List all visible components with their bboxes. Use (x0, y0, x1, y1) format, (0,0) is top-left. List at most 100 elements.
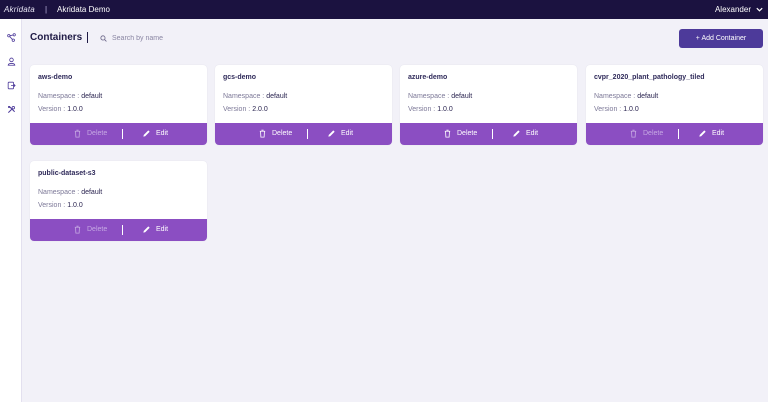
sidebar-item-tools[interactable] (3, 101, 19, 117)
delete-label: Delete (643, 130, 664, 137)
trash-icon (630, 129, 637, 138)
container-card[interactable]: aws-demo Namespace : default Version : 1.0… (30, 65, 207, 145)
page-title: Containers (30, 32, 83, 43)
akridata-logo[interactable]: Akridata (4, 5, 35, 14)
app-name: Akridata Demo (57, 5, 110, 14)
add-container-button[interactable]: + Add Container (679, 29, 763, 48)
chevron-down-icon (756, 7, 763, 12)
edit-button[interactable]: Edit (512, 129, 538, 138)
namespace-row: Namespace : default (408, 93, 472, 100)
version-value: 2.0.0 (252, 106, 268, 113)
namespace-label: Namespace : (38, 93, 80, 100)
sidebar-item-containers[interactable] (3, 77, 19, 93)
container-card[interactable]: azure-demo Namespace : default Version : 1… (400, 65, 577, 145)
edit-button[interactable]: Edit (698, 129, 724, 138)
sidebar (0, 19, 22, 402)
version-row: Version : 1.0.0 (408, 106, 453, 113)
container-name[interactable]: azure-demo (408, 74, 447, 81)
namespace-label: Namespace : (408, 93, 450, 100)
card-actions: Delete Edit (400, 123, 577, 145)
action-divider (492, 129, 493, 139)
edit-label: Edit (526, 130, 539, 137)
search-input[interactable] (112, 34, 212, 42)
delete-button[interactable]: Delete (629, 129, 663, 138)
container-card[interactable]: public-dataset-s3 Namespace : default Vers… (30, 161, 207, 241)
card-actions: Delete Edit (30, 123, 207, 145)
version-value: 1.0.0 (67, 202, 83, 209)
namespace-row: Namespace : default (38, 93, 102, 100)
namespace-value: default (637, 93, 659, 100)
pencil-icon (699, 130, 706, 137)
namespace-label: Namespace : (38, 189, 80, 196)
delete-button[interactable]: Delete (73, 129, 107, 138)
tools-icon (7, 105, 15, 113)
user-name: Alexander (714, 5, 751, 14)
search-icon (100, 34, 107, 42)
namespace-label: Namespace : (223, 93, 265, 100)
version-value: 1.0.0 (67, 106, 83, 113)
delete-button[interactable]: Delete (443, 129, 477, 138)
search-box[interactable] (100, 31, 220, 45)
title-divider (87, 32, 88, 43)
edit-label: Edit (156, 130, 169, 137)
container-card[interactable]: gcs-demo Namespace : default Version : 2.0… (215, 65, 392, 145)
delete-label: Delete (87, 226, 108, 233)
version-label: Version : (38, 106, 66, 113)
document-export-icon (7, 81, 16, 89)
share-nodes-icon (6, 32, 16, 42)
trash-icon (259, 129, 266, 138)
trash-icon (444, 129, 451, 138)
namespace-row: Namespace : default (223, 93, 287, 100)
edit-button[interactable]: Edit (327, 129, 353, 138)
container-card[interactable]: cvpr_2020_plant_pathology_tiled Namespace… (586, 65, 763, 145)
topbar-separator: | (44, 5, 48, 14)
namespace-row: Namespace : default (594, 93, 658, 100)
card-actions: Delete Edit (586, 123, 763, 145)
namespace-value: default (266, 93, 288, 100)
edit-label: Edit (712, 130, 725, 137)
pencil-icon (513, 130, 520, 137)
action-divider (122, 129, 123, 139)
sidebar-item-users[interactable] (3, 53, 19, 69)
edit-button[interactable]: Edit (142, 225, 168, 234)
container-name[interactable]: aws-demo (38, 74, 72, 81)
container-name[interactable]: public-dataset-s3 (38, 170, 96, 177)
version-label: Version : (38, 202, 66, 209)
namespace-value: default (81, 93, 103, 100)
trash-icon (74, 225, 81, 234)
namespace-value: default (451, 93, 473, 100)
container-name[interactable]: cvpr_2020_plant_pathology_tiled (594, 74, 704, 81)
version-label: Version : (408, 106, 436, 113)
version-value: 1.0.0 (437, 106, 453, 113)
card-actions: Delete Edit (30, 219, 207, 241)
delete-label: Delete (457, 130, 478, 137)
pencil-icon (328, 130, 335, 137)
container-name[interactable]: gcs-demo (223, 74, 256, 81)
pencil-icon (143, 226, 150, 233)
version-label: Version : (223, 106, 251, 113)
top-bar: Akridata | Akridata Demo Alexander (0, 0, 768, 19)
user-menu[interactable]: Alexander (715, 0, 764, 19)
version-row: Version : 1.0.0 (594, 106, 639, 113)
edit-label: Edit (341, 130, 354, 137)
namespace-label: Namespace : (594, 93, 636, 100)
action-divider (307, 129, 308, 139)
sidebar-item-pipelines[interactable] (3, 29, 19, 45)
edit-button[interactable]: Edit (142, 129, 168, 138)
user-icon (7, 57, 15, 66)
delete-label: Delete (272, 130, 293, 137)
action-divider (122, 225, 123, 235)
trash-icon (74, 129, 81, 138)
card-actions: Delete Edit (215, 123, 392, 145)
namespace-row: Namespace : default (38, 189, 102, 196)
version-row: Version : 1.0.0 (38, 106, 83, 113)
action-divider (678, 129, 679, 139)
delete-label: Delete (87, 130, 108, 137)
version-row: Version : 1.0.0 (38, 202, 83, 209)
edit-label: Edit (156, 226, 169, 233)
version-label: Version : (594, 106, 622, 113)
version-value: 1.0.0 (623, 106, 639, 113)
delete-button[interactable]: Delete (73, 225, 107, 234)
delete-button[interactable]: Delete (258, 129, 292, 138)
namespace-value: default (81, 189, 103, 196)
